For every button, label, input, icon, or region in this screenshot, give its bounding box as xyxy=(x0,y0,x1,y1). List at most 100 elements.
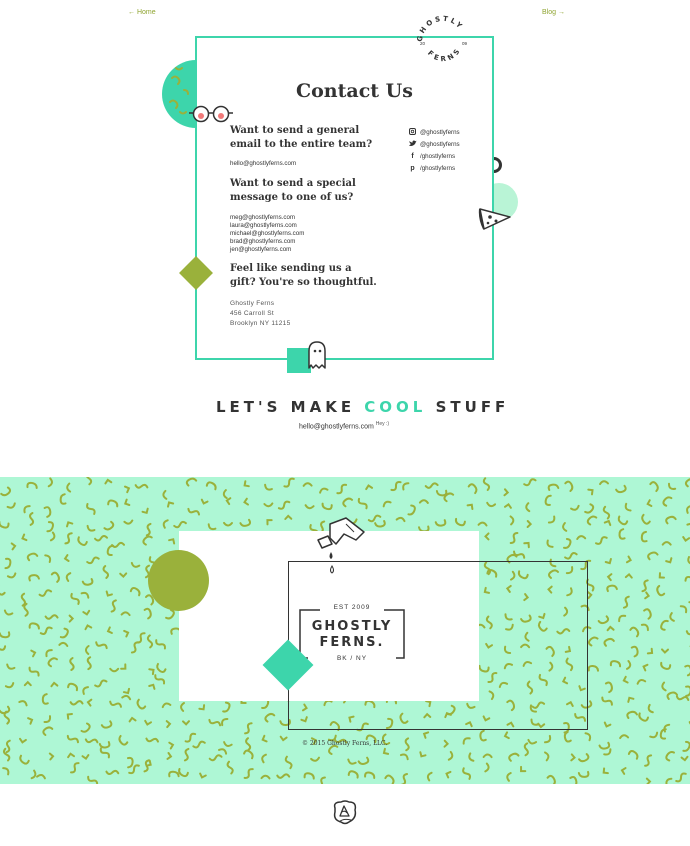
pinterest-icon: p xyxy=(410,164,415,172)
squiggle-mark xyxy=(357,756,370,765)
squiggle-mark xyxy=(148,683,156,690)
squiggle-mark xyxy=(46,521,54,533)
squiggle-mark xyxy=(109,667,120,673)
squiggle-mark xyxy=(261,734,268,743)
squiggle-mark xyxy=(26,481,38,489)
squiggle-mark xyxy=(200,498,209,505)
squiggle-mark xyxy=(41,693,49,705)
squiggle-mark xyxy=(279,735,288,742)
squiggle-mark xyxy=(503,731,510,740)
email-link-laura[interactable]: laura@ghostlyferns.com xyxy=(230,222,297,230)
logo-location: BK / NY xyxy=(336,655,368,662)
squiggle-mark xyxy=(277,500,291,510)
faucet-icon xyxy=(317,517,365,574)
social-link-instagram[interactable]: @ghostlyferns xyxy=(408,126,460,138)
squiggle-mark xyxy=(27,717,34,725)
squiggle-mark xyxy=(400,773,408,784)
squiggle-mark xyxy=(684,664,690,677)
squiggle-mark xyxy=(624,502,632,512)
squiggle-mark xyxy=(619,734,630,740)
squiggle-mark xyxy=(208,718,222,727)
contact-card: Contact Us Want to send a general email … xyxy=(195,36,494,360)
email-link-brad[interactable]: brad@ghostlyferns.com xyxy=(230,238,295,246)
squiggle-mark xyxy=(588,636,599,647)
social-link-pinterest[interactable]: p /ghostlyferns xyxy=(408,162,460,174)
squiggle-mark xyxy=(156,662,167,674)
squiggle-mark xyxy=(58,641,69,647)
squiggle-mark xyxy=(130,641,140,654)
squiggle-mark xyxy=(67,682,79,692)
squiggle-mark xyxy=(6,502,16,509)
squiggle-mark xyxy=(602,505,611,520)
squiggle-mark xyxy=(148,668,155,676)
social-link-twitter[interactable]: @ghostlyferns xyxy=(408,138,460,150)
squiggle-mark xyxy=(598,741,611,750)
ghostly-ferns-badge-logo[interactable]: GHOSTLY FERNS 20 09 xyxy=(412,12,474,68)
squiggle-mark xyxy=(82,686,89,695)
squiggle-mark xyxy=(482,753,493,759)
squiggle-mark xyxy=(166,752,173,760)
squiggle-mark xyxy=(626,710,638,719)
hello-note: Hey :) xyxy=(375,421,390,427)
logo-line2: FERNS. xyxy=(319,635,385,650)
blog-link[interactable]: Blog → xyxy=(542,9,565,16)
squiggle-mark xyxy=(643,608,652,620)
squiggle-mark xyxy=(43,506,52,518)
tagline-before: LET'S MAKE xyxy=(216,398,365,416)
badge-year-right: 09 xyxy=(462,41,468,46)
squiggle-mark xyxy=(310,756,321,762)
squiggle-mark xyxy=(547,483,560,491)
email-link-michael[interactable]: michael@ghostlyferns.com xyxy=(230,230,304,238)
squiggle-mark xyxy=(618,528,626,540)
squiggle-mark xyxy=(603,519,612,527)
squiggle-mark xyxy=(142,535,153,546)
squiggle-mark xyxy=(165,720,172,729)
squiggle-mark xyxy=(620,767,627,775)
squiggle-mark xyxy=(584,732,592,742)
email-link-jen[interactable]: jen@ghostlyferns.com xyxy=(230,246,291,254)
squiggle-mark xyxy=(124,498,131,506)
squiggle-mark xyxy=(86,503,96,515)
squiggle-mark xyxy=(104,478,113,485)
squiggle-mark xyxy=(48,752,55,761)
social-link-facebook[interactable]: f /ghostlyferns xyxy=(408,150,460,162)
squiggle-mark xyxy=(86,524,96,532)
squiggle-mark xyxy=(365,484,374,491)
squiggle-mark xyxy=(26,552,39,562)
squiggle-mark xyxy=(81,754,90,760)
squiggle-mark xyxy=(486,501,497,508)
squiggle-mark xyxy=(646,499,653,507)
squiggle-mark xyxy=(103,520,115,531)
squiggle-mark xyxy=(284,755,293,770)
squiggle-mark xyxy=(184,732,197,743)
email-link-meg[interactable]: meg@ghostlyferns.com xyxy=(230,214,295,222)
squiggle-mark xyxy=(4,557,12,570)
squiggle-mark xyxy=(665,557,673,564)
squiggle-mark xyxy=(66,713,73,720)
squiggle-mark xyxy=(199,772,207,779)
squiggle-mark xyxy=(84,645,90,655)
squiggle-mark xyxy=(584,503,595,514)
squiggle-mark xyxy=(656,584,666,597)
team-email-link[interactable]: hello@ghostlyferns.com xyxy=(230,160,296,168)
address-line-street: 456 Carroll St xyxy=(230,310,274,317)
squiggle-mark xyxy=(69,657,75,671)
squiggle-mark xyxy=(81,578,94,586)
squiggle-mark xyxy=(407,504,416,516)
squiggle-mark xyxy=(644,591,651,600)
hello-email-link[interactable]: hello@ghostlyferns.com xyxy=(299,423,374,430)
squiggle-mark xyxy=(86,556,100,565)
squiggle-mark xyxy=(419,751,427,758)
squiggle-mark xyxy=(36,773,46,780)
squiggle-mark xyxy=(649,481,659,493)
squiggle-mark xyxy=(688,592,690,604)
squiggle-mark xyxy=(303,772,315,780)
squiggle-mark xyxy=(221,717,229,727)
squiggle-mark xyxy=(30,649,37,658)
squiggle-mark xyxy=(68,614,75,623)
squiggle-mark xyxy=(0,520,10,529)
squiggle-mark xyxy=(603,721,612,728)
squiggle-mark xyxy=(70,762,80,774)
ghostly-ferns-logo[interactable]: EST 2009 GHOSTLY FERNS. BK / NY xyxy=(298,604,406,662)
home-link[interactable]: ← Home xyxy=(128,9,156,16)
